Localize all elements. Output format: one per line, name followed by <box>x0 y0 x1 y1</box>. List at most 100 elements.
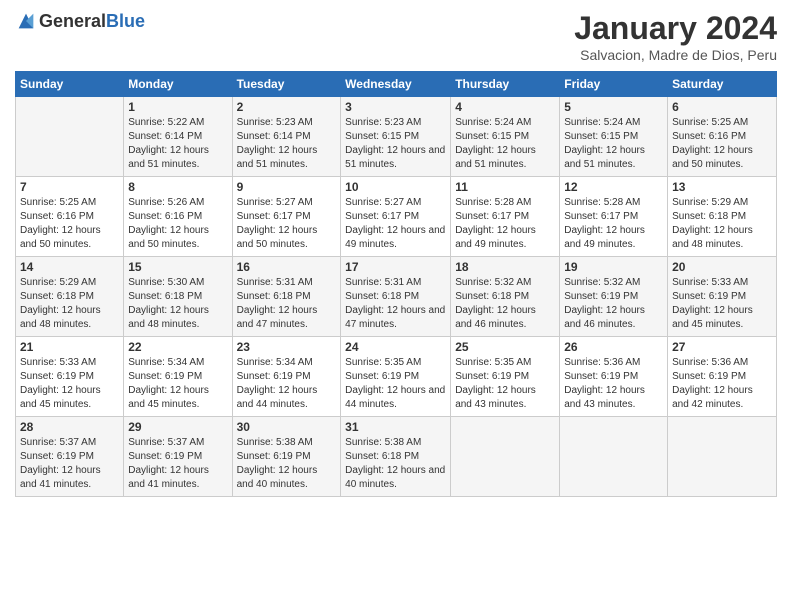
calendar-cell <box>668 417 777 497</box>
day-number: 23 <box>237 340 337 354</box>
day-info: Sunrise: 5:30 AMSunset: 6:18 PMDaylight:… <box>128 276 227 332</box>
day-info: Sunrise: 5:24 AMSunset: 6:15 PMDaylight:… <box>564 116 663 172</box>
day-info: Sunrise: 5:25 AMSunset: 6:16 PMDaylight:… <box>20 196 119 252</box>
day-info: Sunrise: 5:31 AMSunset: 6:18 PMDaylight:… <box>237 276 337 332</box>
day-of-week-header: Wednesday <box>341 72 451 97</box>
day-info: Sunrise: 5:23 AMSunset: 6:14 PMDaylight:… <box>237 116 337 172</box>
calendar-cell: 20 Sunrise: 5:33 AMSunset: 6:19 PMDayligh… <box>668 257 777 337</box>
calendar-cell: 10 Sunrise: 5:27 AMSunset: 6:17 PMDayligh… <box>341 177 451 257</box>
day-info: Sunrise: 5:33 AMSunset: 6:19 PMDaylight:… <box>20 356 119 412</box>
day-of-week-header: Friday <box>560 72 668 97</box>
calendar-cell: 15Sunrise: 5:30 AMSunset: 6:18 PMDayligh… <box>124 257 232 337</box>
day-info: Sunrise: 5:31 AMSunset: 6:18 PMDaylight:… <box>345 276 446 332</box>
day-info: Sunrise: 5:29 AMSunset: 6:18 PMDaylight:… <box>672 196 772 252</box>
day-number: 9 <box>237 180 337 194</box>
day-info: Sunrise: 5:27 AMSunset: 6:17 PMDaylight:… <box>345 196 446 252</box>
day-number: 8 <box>128 180 227 194</box>
day-number: 14 <box>20 260 119 274</box>
calendar-cell: 2 Sunrise: 5:23 AMSunset: 6:14 PMDaylight… <box>232 97 341 177</box>
header: GeneralBlue January 2024 Salvacion, Madr… <box>15 10 777 63</box>
calendar-cell: 25Sunrise: 5:35 AMSunset: 6:19 PMDayligh… <box>451 337 560 417</box>
day-number: 21 <box>20 340 119 354</box>
calendar-cell: 30Sunrise: 5:38 AMSunset: 6:19 PMDayligh… <box>232 417 341 497</box>
month-title: January 2024 <box>574 10 777 47</box>
day-info: Sunrise: 5:24 AMSunset: 6:15 PMDaylight:… <box>455 116 555 172</box>
calendar-cell: 24Sunrise: 5:35 AMSunset: 6:19 PMDayligh… <box>341 337 451 417</box>
calendar-cell: 14Sunrise: 5:29 AMSunset: 6:18 PMDayligh… <box>16 257 124 337</box>
day-number: 17 <box>345 260 446 274</box>
calendar-cell: 19Sunrise: 5:32 AMSunset: 6:19 PMDayligh… <box>560 257 668 337</box>
calendar-cell: 11Sunrise: 5:28 AMSunset: 6:17 PMDayligh… <box>451 177 560 257</box>
day-info: Sunrise: 5:26 AMSunset: 6:16 PMDaylight:… <box>128 196 227 252</box>
calendar-cell: 17 Sunrise: 5:31 AMSunset: 6:18 PMDayligh… <box>341 257 451 337</box>
day-number: 31 <box>345 420 446 434</box>
calendar-cell: 21 Sunrise: 5:33 AMSunset: 6:19 PMDayligh… <box>16 337 124 417</box>
day-info: Sunrise: 5:36 AMSunset: 6:19 PMDaylight:… <box>672 356 772 412</box>
day-number: 2 <box>237 100 337 114</box>
day-of-week-header: Tuesday <box>232 72 341 97</box>
calendar-week-row: 14Sunrise: 5:29 AMSunset: 6:18 PMDayligh… <box>16 257 777 337</box>
calendar-cell: 12 Sunrise: 5:28 AMSunset: 6:17 PMDayligh… <box>560 177 668 257</box>
day-number: 7 <box>20 180 119 194</box>
day-info: Sunrise: 5:25 AMSunset: 6:16 PMDaylight:… <box>672 116 772 172</box>
day-info: Sunrise: 5:38 AMSunset: 6:19 PMDaylight:… <box>237 436 337 492</box>
day-number: 27 <box>672 340 772 354</box>
day-info: Sunrise: 5:23 AMSunset: 6:15 PMDaylight:… <box>345 116 446 172</box>
calendar-cell: 28 Sunrise: 5:37 AMSunset: 6:19 PMDayligh… <box>16 417 124 497</box>
day-info: Sunrise: 5:35 AMSunset: 6:19 PMDaylight:… <box>455 356 555 412</box>
day-number: 1 <box>128 100 227 114</box>
calendar-cell: 6 Sunrise: 5:25 AMSunset: 6:16 PMDaylight… <box>668 97 777 177</box>
calendar-cell: 26 Sunrise: 5:36 AMSunset: 6:19 PMDayligh… <box>560 337 668 417</box>
day-number: 13 <box>672 180 772 194</box>
calendar-cell <box>560 417 668 497</box>
day-number: 12 <box>564 180 663 194</box>
calendar-week-row: 28 Sunrise: 5:37 AMSunset: 6:19 PMDayligh… <box>16 417 777 497</box>
day-number: 20 <box>672 260 772 274</box>
calendar-cell: 31 Sunrise: 5:38 AMSunset: 6:18 PMDayligh… <box>341 417 451 497</box>
day-info: Sunrise: 5:34 AMSunset: 6:19 PMDaylight:… <box>128 356 227 412</box>
calendar-cell: 1Sunrise: 5:22 AMSunset: 6:14 PMDaylight… <box>124 97 232 177</box>
day-number: 26 <box>564 340 663 354</box>
day-info: Sunrise: 5:27 AMSunset: 6:17 PMDaylight:… <box>237 196 337 252</box>
calendar-header: SundayMondayTuesdayWednesdayThursdayFrid… <box>16 72 777 97</box>
day-of-week-header: Monday <box>124 72 232 97</box>
logo: GeneralBlue <box>15 10 145 32</box>
calendar-week-row: 21 Sunrise: 5:33 AMSunset: 6:19 PMDayligh… <box>16 337 777 417</box>
day-number: 16 <box>237 260 337 274</box>
calendar-week-row: 1Sunrise: 5:22 AMSunset: 6:14 PMDaylight… <box>16 97 777 177</box>
logo-icon <box>15 10 37 32</box>
logo-area: GeneralBlue <box>15 10 145 32</box>
calendar-cell: 16 Sunrise: 5:31 AMSunset: 6:18 PMDayligh… <box>232 257 341 337</box>
calendar-cell: 29 Sunrise: 5:37 AMSunset: 6:19 PMDayligh… <box>124 417 232 497</box>
day-info: Sunrise: 5:33 AMSunset: 6:19 PMDaylight:… <box>672 276 772 332</box>
day-number: 10 <box>345 180 446 194</box>
day-number: 28 <box>20 420 119 434</box>
calendar-week-row: 7 Sunrise: 5:25 AMSunset: 6:16 PMDaylight… <box>16 177 777 257</box>
calendar-cell: 23 Sunrise: 5:34 AMSunset: 6:19 PMDayligh… <box>232 337 341 417</box>
subtitle: Salvacion, Madre de Dios, Peru <box>574 47 777 63</box>
calendar-cell: 4Sunrise: 5:24 AMSunset: 6:15 PMDaylight… <box>451 97 560 177</box>
day-number: 6 <box>672 100 772 114</box>
day-info: Sunrise: 5:36 AMSunset: 6:19 PMDaylight:… <box>564 356 663 412</box>
calendar-cell <box>16 97 124 177</box>
calendar-cell: 13 Sunrise: 5:29 AMSunset: 6:18 PMDayligh… <box>668 177 777 257</box>
day-of-week-header: Thursday <box>451 72 560 97</box>
calendar-cell: 7 Sunrise: 5:25 AMSunset: 6:16 PMDaylight… <box>16 177 124 257</box>
day-info: Sunrise: 5:37 AMSunset: 6:19 PMDaylight:… <box>20 436 119 492</box>
calendar-cell: 27 Sunrise: 5:36 AMSunset: 6:19 PMDayligh… <box>668 337 777 417</box>
calendar-table: SundayMondayTuesdayWednesdayThursdayFrid… <box>15 71 777 497</box>
day-number: 29 <box>128 420 227 434</box>
day-info: Sunrise: 5:38 AMSunset: 6:18 PMDaylight:… <box>345 436 446 492</box>
day-number: 19 <box>564 260 663 274</box>
day-number: 22 <box>128 340 227 354</box>
day-info: Sunrise: 5:37 AMSunset: 6:19 PMDaylight:… <box>128 436 227 492</box>
day-number: 24 <box>345 340 446 354</box>
calendar-cell: 22 Sunrise: 5:34 AMSunset: 6:19 PMDayligh… <box>124 337 232 417</box>
logo-text: GeneralBlue <box>39 11 145 32</box>
day-number: 3 <box>345 100 446 114</box>
day-info: Sunrise: 5:34 AMSunset: 6:19 PMDaylight:… <box>237 356 337 412</box>
calendar-cell: 9 Sunrise: 5:27 AMSunset: 6:17 PMDaylight… <box>232 177 341 257</box>
day-info: Sunrise: 5:28 AMSunset: 6:17 PMDaylight:… <box>564 196 663 252</box>
title-area: January 2024 Salvacion, Madre de Dios, P… <box>574 10 777 63</box>
calendar-cell <box>451 417 560 497</box>
